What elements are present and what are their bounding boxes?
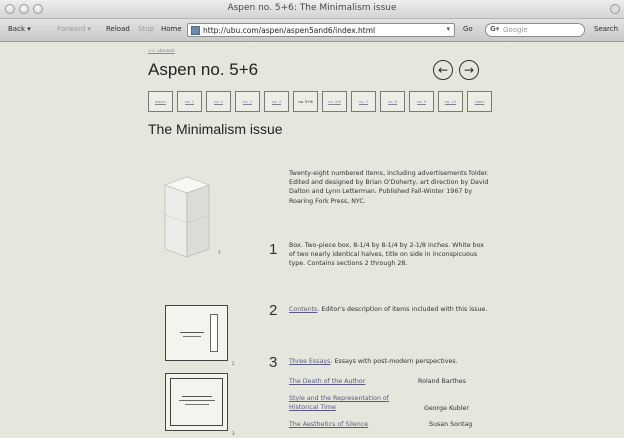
nav-no-5-6-alt[interactable]: no. 5/6 <box>322 91 347 112</box>
stop-button[interactable]: Stop <box>138 25 154 33</box>
item-description: Box. Two-piece box, 8-1/4 by 8-1/4 by 2-… <box>289 242 484 268</box>
essay-link[interactable]: The Death of the Author <box>289 377 399 386</box>
figure-number: 3 <box>232 431 235 436</box>
item-description: Contents. Editor's description of items … <box>289 305 489 314</box>
toolbar-toggle-button[interactable] <box>610 4 620 14</box>
nav-no-8[interactable]: no. 8 <box>380 91 405 112</box>
card-inner-frame <box>170 378 223 426</box>
item-description: Three Essays. Essays with post-modern pe… <box>289 357 489 366</box>
card-fold <box>210 314 218 352</box>
box-image <box>164 176 210 258</box>
nav-no-10[interactable]: no. 10 <box>438 91 463 112</box>
home-button[interactable]: Home <box>161 25 182 33</box>
item-number: 2 <box>269 302 278 319</box>
nav-no-5-6-current[interactable]: no. 5+6 <box>293 91 318 112</box>
nav-label: index <box>474 99 485 104</box>
page-content: << ubuweb Aspen no. 5+6 ← → aspen no. 1 … <box>0 43 624 438</box>
contents-link[interactable]: Contents <box>289 306 317 313</box>
back-dropdown-icon[interactable]: ▾ <box>27 25 31 33</box>
nav-no-4[interactable]: no. 4 <box>264 91 289 112</box>
item-number: 1 <box>269 241 278 258</box>
back-label: Back <box>8 25 25 33</box>
nav-no-7[interactable]: no. 7 <box>351 91 376 112</box>
nav-label: no. 4 <box>272 99 281 104</box>
title-bar: Aspen no. 5+6: The Minimalism issue <box>0 0 624 19</box>
nav-label: no. 3 <box>243 99 252 104</box>
card-rule <box>180 332 204 333</box>
search-label: Search <box>594 25 619 33</box>
essay-author: Susan Sontag <box>429 421 473 428</box>
essays-card-image <box>165 373 228 431</box>
three-essays-link[interactable]: Three Essays <box>289 358 330 365</box>
figure-number: 1 <box>218 250 221 255</box>
url-text[interactable]: http://ubu.com/aspen/aspen5and6/index.ht… <box>203 26 375 35</box>
nav-aspen[interactable]: aspen <box>148 91 173 112</box>
url-dropdown-icon[interactable]: ▾ <box>446 25 450 33</box>
next-arrow-button[interactable]: → <box>459 60 479 80</box>
issue-nav: aspen no. 1 no. 2 no. 3 no. 4 no. 5+6 no… <box>148 91 492 112</box>
figure-number: 2 <box>232 361 235 366</box>
go-button[interactable]: Go <box>463 25 473 33</box>
nav-label: no. 5/6 <box>328 99 341 104</box>
page-title: Aspen no. 5+6 <box>148 60 259 79</box>
forward-button[interactable]: Forward ▾ <box>57 25 91 33</box>
item-text: . Essays with post-modern perspectives. <box>330 358 458 365</box>
card-rule <box>185 404 209 405</box>
arrow-left-icon: ← <box>437 63 449 77</box>
essay-link[interactable]: The Aesthetics of Silence <box>289 420 399 429</box>
essay-author: George Kubler <box>424 405 469 412</box>
item-text: . Editor's description of items included… <box>317 306 488 313</box>
item-number: 3 <box>269 354 278 371</box>
essay-author: Roland Barthes <box>418 378 466 385</box>
browser-toolbar: Back ▾ Forward ▾ Reload Stop Home http:/… <box>0 19 624 42</box>
nav-index[interactable]: index <box>467 91 492 112</box>
nav-label: no. 1 <box>185 99 194 104</box>
nav-label: no. 8 <box>388 99 397 104</box>
nav-label: no. 5+6 <box>298 99 313 104</box>
forward-label: Forward <box>57 25 86 33</box>
prev-arrow-button[interactable]: ← <box>433 60 453 80</box>
nav-no-1[interactable]: no. 1 <box>177 91 202 112</box>
forward-dropdown-icon[interactable]: ▾ <box>87 25 91 33</box>
reload-button[interactable]: Reload <box>106 25 130 33</box>
card-rule <box>182 396 212 397</box>
nav-label: no. 10 <box>444 99 457 104</box>
nav-label: no. 9 <box>417 99 426 104</box>
issue-subtitle: The Minimalism issue <box>148 121 283 137</box>
google-search-icon[interactable]: G▾ <box>490 25 499 33</box>
nav-no-9[interactable]: no. 9 <box>409 91 434 112</box>
search-field[interactable]: G▾ Google <box>485 23 585 37</box>
arrow-right-icon: → <box>463 63 475 77</box>
nav-label: no. 2 <box>214 99 223 104</box>
card-rule <box>183 336 201 337</box>
nav-label: aspen <box>155 99 166 104</box>
back-button[interactable]: Back ▾ <box>8 25 31 33</box>
nav-no-3[interactable]: no. 3 <box>235 91 260 112</box>
intro-text: Twenty-eight numbered items, including a… <box>289 170 489 205</box>
nav-label: no. 7 <box>359 99 368 104</box>
address-bar[interactable]: http://ubu.com/aspen/aspen5and6/index.ht… <box>187 23 455 37</box>
window-title: Aspen no. 5+6: The Minimalism issue <box>227 3 397 13</box>
essay-link[interactable]: Style and the Representation of Historic… <box>289 394 404 412</box>
search-placeholder: Google <box>503 26 528 34</box>
card-rule <box>179 400 215 401</box>
ubuweb-back-link[interactable]: << ubuweb <box>148 49 175 54</box>
site-favicon-icon <box>191 26 200 35</box>
nav-no-2[interactable]: no. 2 <box>206 91 231 112</box>
contents-card-image <box>165 305 228 361</box>
